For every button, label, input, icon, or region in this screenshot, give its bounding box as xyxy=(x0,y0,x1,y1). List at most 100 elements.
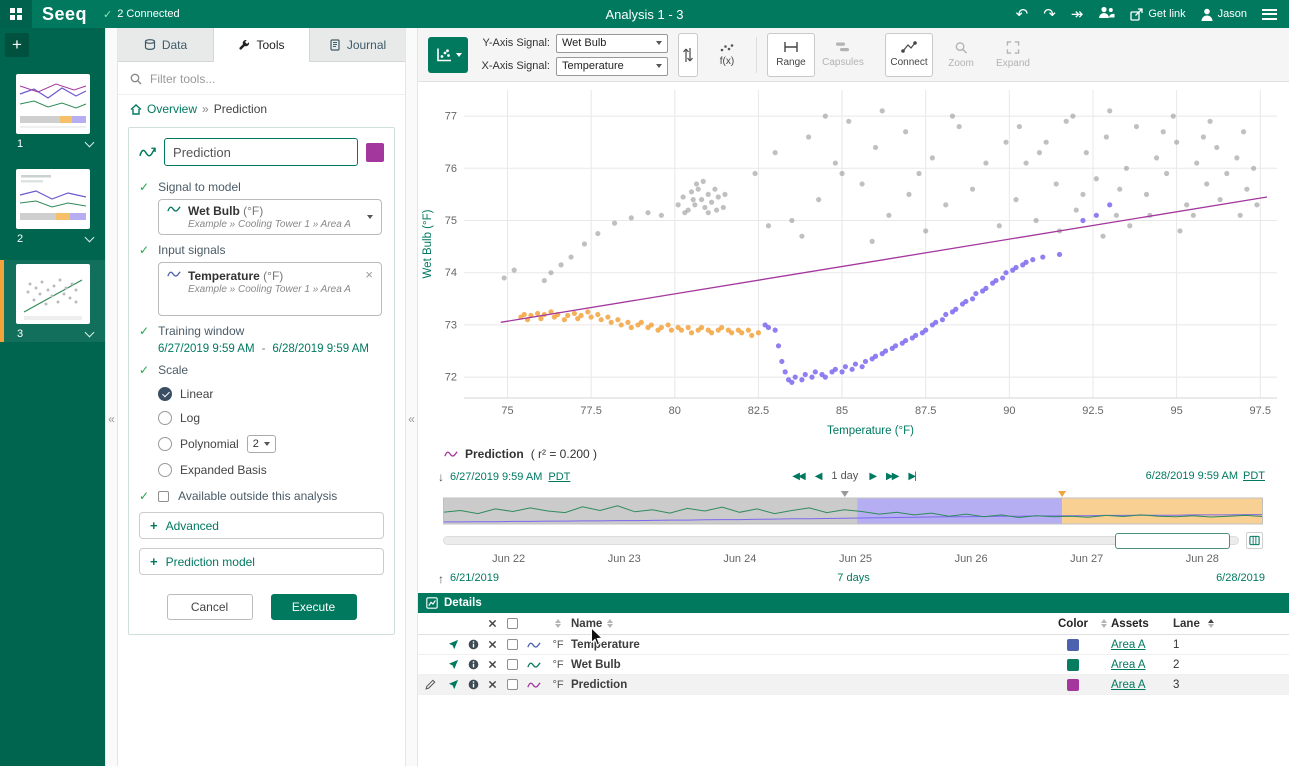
training-end-link[interactable]: 6/28/2019 9:59 AM xyxy=(272,343,369,355)
new-worksheet-button[interactable]: + xyxy=(5,33,29,57)
sort-name-button[interactable] xyxy=(607,619,613,628)
item-asset-link[interactable]: Area A xyxy=(1111,639,1173,651)
scrollbar-track[interactable] xyxy=(443,536,1239,545)
training-start-link[interactable]: 6/27/2019 9:59 AM xyxy=(158,343,255,355)
panel-collapse-gutter[interactable]: « xyxy=(405,28,418,766)
collapse-sidebar-icon[interactable]: « xyxy=(106,412,117,426)
scale-option-linear[interactable]: Linear xyxy=(158,387,384,401)
cancel-button[interactable]: Cancel xyxy=(167,594,253,620)
step-forward-many-button[interactable]: ▶▶ xyxy=(886,471,897,482)
prediction-model-expander[interactable]: + Prediction model xyxy=(139,548,384,575)
swap-axes-button[interactable] xyxy=(678,33,698,77)
sort-type-button[interactable] xyxy=(555,619,561,628)
worksheet-menu-chevron-icon[interactable] xyxy=(85,328,95,338)
remove-signal-icon[interactable]: × xyxy=(365,267,373,282)
range-button[interactable]: Range xyxy=(767,33,815,77)
item-name[interactable]: Temperature xyxy=(571,639,1049,651)
item-checkbox[interactable] xyxy=(502,639,523,650)
step-back-button[interactable]: ◀ xyxy=(815,471,821,482)
remove-all-icon[interactable] xyxy=(483,619,502,628)
item-asset-link[interactable]: Area A xyxy=(1111,659,1173,671)
prediction-name-input[interactable] xyxy=(164,138,358,166)
collapse-panel-icon[interactable]: « xyxy=(406,412,417,426)
remove-item-icon[interactable] xyxy=(483,640,502,649)
display-end-timezone[interactable]: PDT xyxy=(1243,470,1265,482)
collaborate-users-button[interactable] xyxy=(1098,6,1115,22)
breadcrumb-overview-link[interactable]: Overview xyxy=(147,102,197,116)
input-signals-box[interactable]: Temperature (°F) Example » Cooling Tower… xyxy=(158,262,382,316)
worksheet-preview[interactable] xyxy=(16,264,90,324)
filter-tools-input[interactable] xyxy=(150,72,393,86)
investigate-duration-link[interactable]: 7 days xyxy=(837,572,869,584)
item-asset-link[interactable]: Area A xyxy=(1111,679,1173,691)
step-back-many-button[interactable]: ◀◀ xyxy=(792,471,803,482)
redo-button[interactable]: ↷ xyxy=(1043,7,1056,22)
item-checkbox[interactable] xyxy=(502,679,523,690)
item-color-swatch[interactable] xyxy=(1049,659,1097,671)
item-info-icon[interactable] xyxy=(464,659,483,670)
tab-tools[interactable]: Tools xyxy=(214,28,310,62)
scrollbar-handle[interactable] xyxy=(1115,533,1230,549)
scale-option-log[interactable]: Log xyxy=(158,411,384,425)
home-icon[interactable] xyxy=(130,104,142,115)
worksheet-thumbnail-active[interactable]: 3 xyxy=(0,260,105,342)
item-checkbox[interactable] xyxy=(502,659,523,670)
item-name[interactable]: Prediction xyxy=(571,679,1049,691)
tab-data[interactable]: Data xyxy=(118,28,214,61)
x-axis-signal-select[interactable]: Temperature xyxy=(556,57,668,76)
timeline-preview-strip[interactable] xyxy=(443,491,1263,525)
worksheet-menu-chevron-icon[interactable] xyxy=(85,138,95,148)
worksheet-preview[interactable] xyxy=(16,74,90,134)
sort-lane-button[interactable] xyxy=(1208,619,1214,628)
y-axis-signal-select[interactable]: Wet Bulb xyxy=(556,34,668,53)
apps-button[interactable] xyxy=(0,0,32,28)
execute-button[interactable]: Execute xyxy=(271,594,357,620)
details-row-prediction[interactable]: °FPredictionArea A3 xyxy=(418,675,1289,695)
select-all-checkbox[interactable] xyxy=(502,618,523,629)
display-end-link[interactable]: 6/28/2019 9:59 AM xyxy=(1146,470,1238,482)
tab-journal[interactable]: Journal xyxy=(310,28,405,61)
scale-option-expanded-basis[interactable]: Expanded Basis xyxy=(158,463,384,477)
item-info-icon[interactable] xyxy=(464,679,483,690)
redo-all-button[interactable]: ↠ xyxy=(1071,7,1084,22)
legend-signal-name[interactable]: Prediction xyxy=(465,447,524,461)
navigate-icon[interactable] xyxy=(442,659,464,670)
advanced-expander[interactable]: + Advanced xyxy=(139,512,384,539)
radio-icon[interactable] xyxy=(158,411,172,425)
item-color-swatch[interactable] xyxy=(1049,679,1097,691)
worksheet-menu-chevron-icon[interactable] xyxy=(85,233,95,243)
connection-status[interactable]: ✓ 2 Connected xyxy=(103,8,180,21)
worksheet-preview[interactable] xyxy=(16,169,90,229)
polynomial-degree-select[interactable]: 2 xyxy=(247,435,276,453)
assets-column-header[interactable]: Assets xyxy=(1111,618,1173,630)
undo-button[interactable]: ↶ xyxy=(1016,7,1029,22)
scatter-chart[interactable]: 7273747576777577.58082.58587.59092.59597… xyxy=(418,82,1289,442)
sort-color-button[interactable] xyxy=(1101,619,1107,628)
color-column-header[interactable]: Color xyxy=(1058,618,1088,630)
item-color-swatch[interactable] xyxy=(1049,639,1097,651)
remove-item-icon[interactable] xyxy=(483,660,502,669)
navigate-icon[interactable] xyxy=(442,679,464,690)
name-column-header[interactable]: Name xyxy=(571,618,602,630)
lane-column-header[interactable]: Lane xyxy=(1173,618,1203,630)
radio-icon[interactable] xyxy=(158,463,172,477)
step-forward-button[interactable]: ▶ xyxy=(869,471,875,482)
navigate-icon[interactable] xyxy=(442,639,464,650)
color-picker-button[interactable] xyxy=(366,143,384,162)
input-signal-chip[interactable]: Temperature (°F) Example » Cooling Tower… xyxy=(163,267,377,297)
radio-icon[interactable] xyxy=(158,437,172,451)
scale-option-polynomial[interactable]: Polynomial 2 xyxy=(158,435,384,453)
connect-button[interactable]: Connect xyxy=(885,33,933,77)
auto-update-button[interactable] xyxy=(1246,532,1263,549)
radio-selected-icon[interactable] xyxy=(158,387,172,401)
investigate-end-link[interactable]: 6/28/2019 xyxy=(1216,572,1265,584)
details-row-wet-bulb[interactable]: °FWet BulbArea A2 xyxy=(418,655,1289,675)
details-row-temperature[interactable]: °FTemperatureArea A1 xyxy=(418,635,1289,655)
remove-item-icon[interactable] xyxy=(483,680,502,689)
fx-button[interactable]: f(x) xyxy=(708,33,746,77)
hamburger-menu-button[interactable] xyxy=(1262,9,1277,20)
sidebar-collapse-gutter[interactable]: « xyxy=(105,28,118,766)
item-name[interactable]: Wet Bulb xyxy=(571,659,1049,671)
display-duration-label[interactable]: 1 day xyxy=(831,470,858,482)
signal-to-model-select[interactable]: Wet Bulb (°F) Example » Cooling Tower 1 … xyxy=(158,199,382,235)
